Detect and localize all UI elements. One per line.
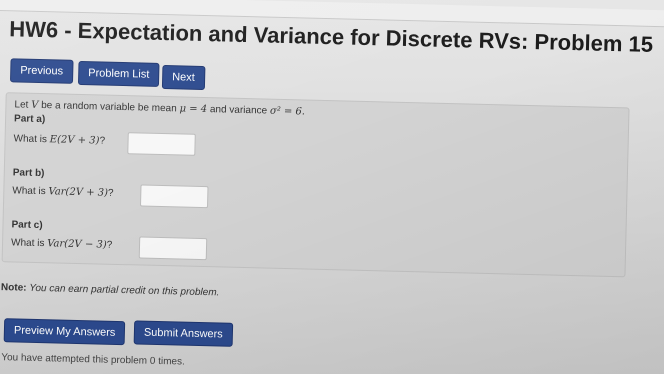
and-variance-text: and variance	[209, 104, 268, 117]
next-button[interactable]: Next	[161, 64, 206, 91]
previous-button[interactable]: Previous	[9, 58, 74, 84]
part-a-prompt: What is	[13, 133, 48, 146]
part-c-question: What is Var(2V − 3)?	[11, 237, 112, 250]
note-text: You can earn partial credit on this prob…	[29, 282, 220, 299]
part-c-answer-input[interactable]	[138, 236, 208, 261]
attempts-text: You have attempted this problem 0 times.	[1, 352, 185, 368]
problem-panel: Let V be a random variable be mean μ = 4…	[1, 92, 630, 278]
intro-text: Let	[14, 99, 29, 111]
preview-answers-button[interactable]: Preview My Answers	[3, 318, 126, 346]
screen: HW6 - Expectation and Variance for Discr…	[0, 0, 664, 374]
problem-list-button[interactable]: Problem List	[77, 60, 160, 87]
intro-variable: V	[30, 99, 39, 111]
note-label: Note:	[0, 282, 27, 294]
part-b-prompt: What is	[12, 185, 46, 198]
part-b-question: What is Var(2V + 3)?	[12, 185, 113, 198]
part-b-qmark: ?	[107, 187, 114, 199]
part-a-question: What is E(2V + 3)?	[13, 133, 105, 146]
part-c-qmark: ?	[106, 239, 113, 251]
variance-expression: σ² = 6.	[269, 105, 306, 118]
part-a-expression: E(2V + 3)	[49, 134, 100, 147]
part-b-answer-input[interactable]	[139, 184, 209, 209]
part-b-expression: Var(2V + 3)	[48, 186, 109, 199]
partial-credit-note: Note: You can earn partial credit on thi…	[1, 282, 220, 298]
part-a-answer-input[interactable]	[127, 132, 196, 156]
mean-expression: μ = 4	[179, 103, 208, 116]
intro-mid-text: be a random variable be mean	[41, 100, 177, 115]
part-b-label: Part b)	[12, 167, 45, 180]
submit-answers-button[interactable]: Submit Answers	[133, 320, 234, 347]
part-c-expression: Var(2V − 3)	[47, 238, 107, 251]
part-c-label: Part c)	[11, 219, 43, 232]
page: HW6 - Expectation and Variance for Discr…	[0, 0, 664, 374]
part-a-label: Part a)	[13, 113, 46, 126]
part-a-qmark: ?	[99, 135, 106, 147]
part-c-prompt: What is	[10, 237, 45, 250]
problem-statement: Let V be a random variable be mean μ = 4…	[14, 99, 305, 117]
